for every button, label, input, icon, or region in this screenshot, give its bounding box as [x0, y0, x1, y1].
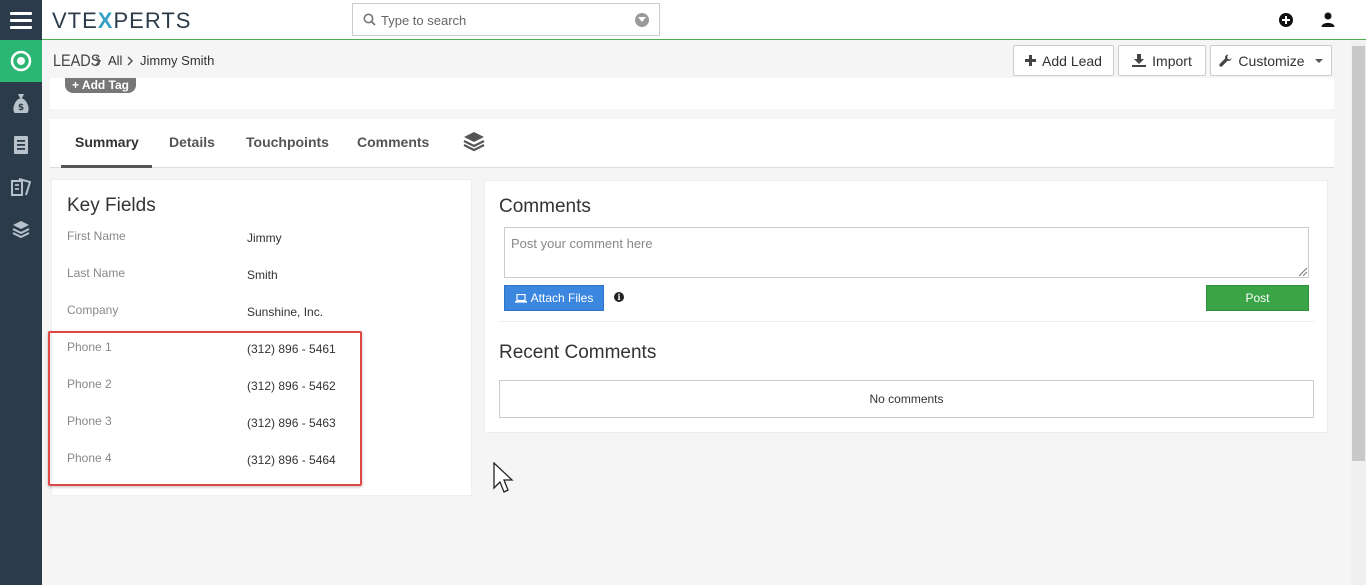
- sidebar-item-support[interactable]: [0, 166, 42, 208]
- sidebar-item-leads[interactable]: [0, 40, 42, 82]
- tab-summary[interactable]: Summary: [75, 134, 139, 150]
- breadcrumb-module[interactable]: LEADS: [53, 51, 100, 71]
- add-lead-button[interactable]: Add Lead: [1013, 45, 1114, 76]
- active-tab-indicator: [61, 165, 152, 168]
- breadcrumb-list[interactable]: All: [108, 53, 122, 68]
- search-input[interactable]: [381, 10, 621, 30]
- caret-down-icon: [1314, 58, 1323, 63]
- user-icon[interactable]: [1321, 12, 1335, 27]
- sidebar-item-inventory[interactable]: [0, 208, 42, 250]
- field-label-company: Company: [67, 303, 119, 317]
- plus-icon: [1025, 55, 1037, 66]
- comment-input[interactable]: [504, 227, 1309, 278]
- attach-files-button[interactable]: Attach Files: [504, 285, 604, 311]
- logo-text-x: X: [97, 8, 114, 33]
- field-value-last-name[interactable]: Smith: [247, 268, 278, 282]
- add-tag-button[interactable]: + Add Tag: [65, 78, 136, 93]
- tab-touchpoints[interactable]: Touchpoints: [246, 134, 329, 150]
- logo-text-right: PERTS: [113, 8, 192, 33]
- customize-button[interactable]: Customize: [1210, 45, 1332, 76]
- app-sidebar: $: [0, 40, 42, 585]
- logo-text-left: VTE: [52, 8, 98, 33]
- breadcrumb-record: Jimmy Smith: [140, 53, 215, 68]
- wrench-icon: [1219, 54, 1232, 67]
- add-lead-label: Add Lead: [1042, 52, 1102, 69]
- scrollbar-thumb[interactable]: [1352, 46, 1365, 461]
- import-button[interactable]: Import: [1118, 45, 1206, 76]
- field-value-company[interactable]: Sunshine, Inc.: [247, 305, 323, 319]
- chevron-right-icon: [127, 56, 134, 66]
- logo[interactable]: VTEXPERTS: [52, 8, 191, 34]
- menu-icon[interactable]: [0, 0, 42, 40]
- address-book-icon: [14, 136, 28, 154]
- record-tabs: Summary Details Touchpoints Comments: [50, 119, 1334, 168]
- comments-title: Comments: [499, 196, 591, 217]
- money-bag-icon: $: [13, 94, 29, 113]
- comments-panel: Comments Attach Files i Post Recent Comm…: [484, 180, 1328, 433]
- sidebar-item-contacts[interactable]: [0, 124, 42, 166]
- field-label-first-name: First Name: [67, 229, 126, 243]
- layers-icon: [12, 221, 30, 239]
- phone-fields-highlight: [48, 331, 362, 486]
- customize-label: Customize: [1238, 52, 1305, 69]
- svg-text:$: $: [18, 103, 24, 113]
- search-icon: [363, 13, 376, 26]
- import-icon: [1132, 54, 1147, 67]
- import-label: Import: [1152, 52, 1192, 69]
- mouse-cursor-icon: [493, 462, 514, 493]
- chevron-right-icon: [95, 56, 102, 66]
- laptop-icon: [514, 293, 527, 303]
- key-fields-title: Key Fields: [67, 195, 156, 216]
- comments-divider: [499, 321, 1314, 322]
- post-button[interactable]: Post: [1206, 285, 1309, 311]
- breadcrumb-bar: LEADS All Jimmy Smith Add Lead Import Cu…: [42, 41, 1351, 81]
- no-comments-message: No comments: [499, 380, 1314, 418]
- target-icon: [10, 50, 32, 72]
- recent-comments-title: Recent Comments: [499, 342, 657, 363]
- sidebar-item-sales[interactable]: $: [0, 82, 42, 124]
- global-search[interactable]: [352, 3, 660, 36]
- tab-details[interactable]: Details: [169, 134, 215, 150]
- tag-strip: + Add Tag: [50, 78, 1334, 109]
- tickets-icon: [11, 178, 31, 196]
- attach-files-label: Attach Files: [530, 291, 594, 305]
- tab-comments[interactable]: Comments: [357, 134, 429, 150]
- quick-create-icon[interactable]: [1279, 13, 1293, 27]
- no-comments-text: No comments: [869, 392, 944, 406]
- field-value-first-name[interactable]: Jimmy: [247, 231, 282, 245]
- related-modules-icon[interactable]: [463, 131, 485, 153]
- info-icon[interactable]: i: [614, 292, 624, 302]
- top-header: VTEXPERTS: [0, 0, 1366, 40]
- resize-handle-icon[interactable]: [1298, 267, 1308, 277]
- search-options-icon[interactable]: [635, 13, 649, 27]
- field-label-last-name: Last Name: [67, 266, 126, 280]
